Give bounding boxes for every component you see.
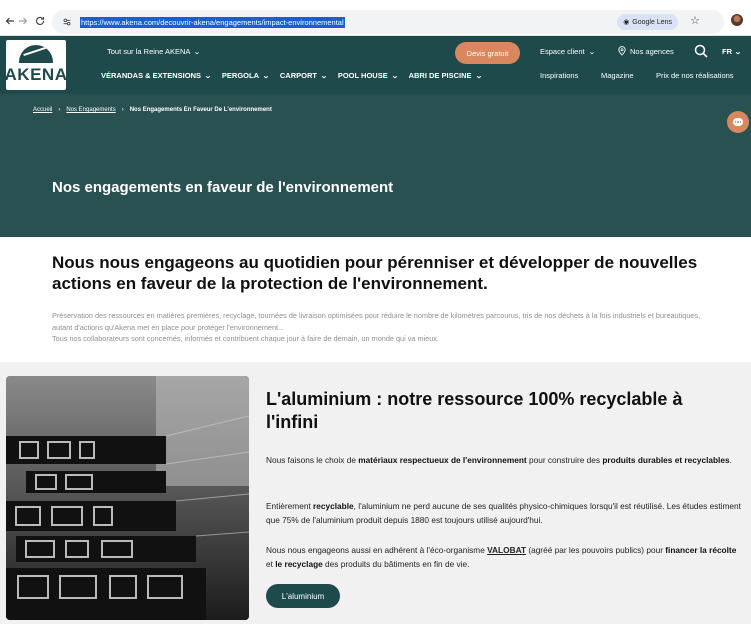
nos-agences-link[interactable]: Nos agences (618, 46, 674, 56)
breadcrumb-current: Nos Engagements En Faveur De L'environne… (129, 107, 272, 113)
nav-item-pool-house[interactable]: POOL HOUSE ⌄ (337, 71, 399, 80)
aluminium-section: L'aluminium : notre ressource 100% recyc… (0, 362, 751, 624)
search-icon[interactable] (694, 44, 708, 58)
site-header: AKENA Tout sur la Reine AKENA ⌄ Devis gr… (0, 36, 751, 94)
nav-item-label: PERGOLA (221, 71, 259, 80)
url-text[interactable]: https://www.akena.com/decouvrir-akena/en… (80, 16, 345, 28)
google-lens-icon: ◉ (623, 19, 630, 26)
intro-text: Préservation des ressources en matières … (52, 310, 702, 345)
chevron-down-icon: ⌄ (734, 48, 742, 56)
chevron-down-icon: ⌄ (390, 72, 399, 80)
browser-toolbar: https://www.akena.com/decouvrir-akena/en… (0, 0, 751, 36)
language-label: FR (722, 47, 732, 56)
valobat-link[interactable]: VALOBAT (487, 545, 526, 555)
nos-agences-label: Nos agences (630, 46, 674, 56)
intro-line-2: Tous nos collaborateurs sont concernés, … (52, 334, 439, 343)
page-title: Nos engagements en faveur de l'environne… (52, 179, 394, 196)
chevron-right-icon: › (121, 107, 124, 113)
chat-button[interactable] (727, 111, 749, 133)
breadcrumb-engagements[interactable]: Nos Engagements (66, 107, 115, 113)
hero-banner: Accueil › Nos Engagements › Nos Engageme… (0, 94, 751, 237)
devis-gratuit-button[interactable]: Devis gratuit (455, 42, 520, 64)
breadcrumb: Accueil › Nos Engagements › Nos Engageme… (33, 107, 272, 113)
aluminium-title: L'aluminium : notre ressource 100% recyc… (266, 389, 683, 432)
avatar[interactable] (731, 14, 743, 26)
logo-dome-icon (19, 45, 53, 63)
nav-item-pergola[interactable]: PERGOLA ⌄ (221, 71, 270, 80)
address-bar[interactable]: https://www.akena.com/decouvrir-akena/en… (52, 10, 724, 34)
nav-item-abri-piscine[interactable]: ABRI DE PISCINE ⌄ (408, 71, 483, 80)
top-link-reine-akena[interactable]: Tout sur la Reine AKENA ⌄ (107, 47, 202, 56)
language-selector[interactable]: FR ⌄ (722, 47, 742, 56)
espace-client-link[interactable]: Espace client ⌄ (540, 47, 596, 56)
top-link-label: Tout sur la Reine AKENA (107, 47, 191, 56)
nav-item-label: VÉRANDAS & EXTENSIONS (101, 71, 202, 80)
intro-heading: Nous nous engageons au quotidien pour pé… (52, 253, 698, 293)
reload-icon[interactable] (31, 12, 49, 30)
intro-line-1: Préservation des ressources en matières … (52, 311, 701, 332)
nav-item-magazine[interactable]: Magazine (601, 71, 634, 80)
nav-item-label: CARPORT (279, 71, 317, 80)
nav-item-carport[interactable]: CARPORT ⌄ (279, 71, 328, 80)
logo-text: AKENA (4, 65, 68, 84)
main-nav: VÉRANDAS & EXTENSIONS ⌄ PERGOLA ⌄ CARPOR… (101, 71, 492, 80)
espace-client-label: Espace client (540, 47, 585, 56)
google-lens-label: Google Lens (632, 18, 672, 26)
aluminium-paragraph-2: Entièrement recyclable, l'aluminium ne p… (266, 501, 741, 525)
nav-item-label: ABRI DE PISCINE (408, 71, 472, 80)
star-icon[interactable]: ☆ (690, 14, 700, 27)
chevron-down-icon: ⌄ (193, 48, 202, 56)
google-lens-button[interactable]: ◉ Google Lens (617, 14, 678, 30)
aluminium-button[interactable]: L'aluminium (266, 584, 340, 608)
forward-arrow-icon[interactable] (14, 12, 32, 30)
breadcrumb-home[interactable]: Accueil (33, 107, 52, 113)
nav-item-prix-realisations[interactable]: Prix de nos réalisations (656, 71, 734, 80)
aluminium-paragraph-3: Nous nous engageons aussi en adhérent à … (266, 545, 737, 569)
chat-icon (733, 118, 743, 126)
location-pin-icon (618, 46, 626, 56)
chevron-down-icon: ⌄ (587, 48, 596, 56)
nav-item-inspirations[interactable]: Inspirations (540, 71, 578, 80)
chevron-down-icon: ⌄ (204, 72, 212, 80)
aluminium-paragraph-1: Nous faisons le choix de matériaux respe… (266, 455, 732, 465)
nav-item-label: POOL HOUSE (337, 71, 388, 80)
aluminium-profiles-image (6, 376, 249, 620)
akena-logo[interactable]: AKENA (4, 40, 68, 90)
chevron-down-icon: ⌄ (262, 72, 270, 80)
chevron-right-icon: › (58, 107, 61, 113)
site-info-icon[interactable] (58, 13, 76, 31)
chevron-down-icon: ⌄ (474, 72, 483, 80)
nav-item-verandas[interactable]: VÉRANDAS & EXTENSIONS ⌄ (101, 71, 212, 80)
chevron-down-icon: ⌄ (320, 72, 328, 80)
